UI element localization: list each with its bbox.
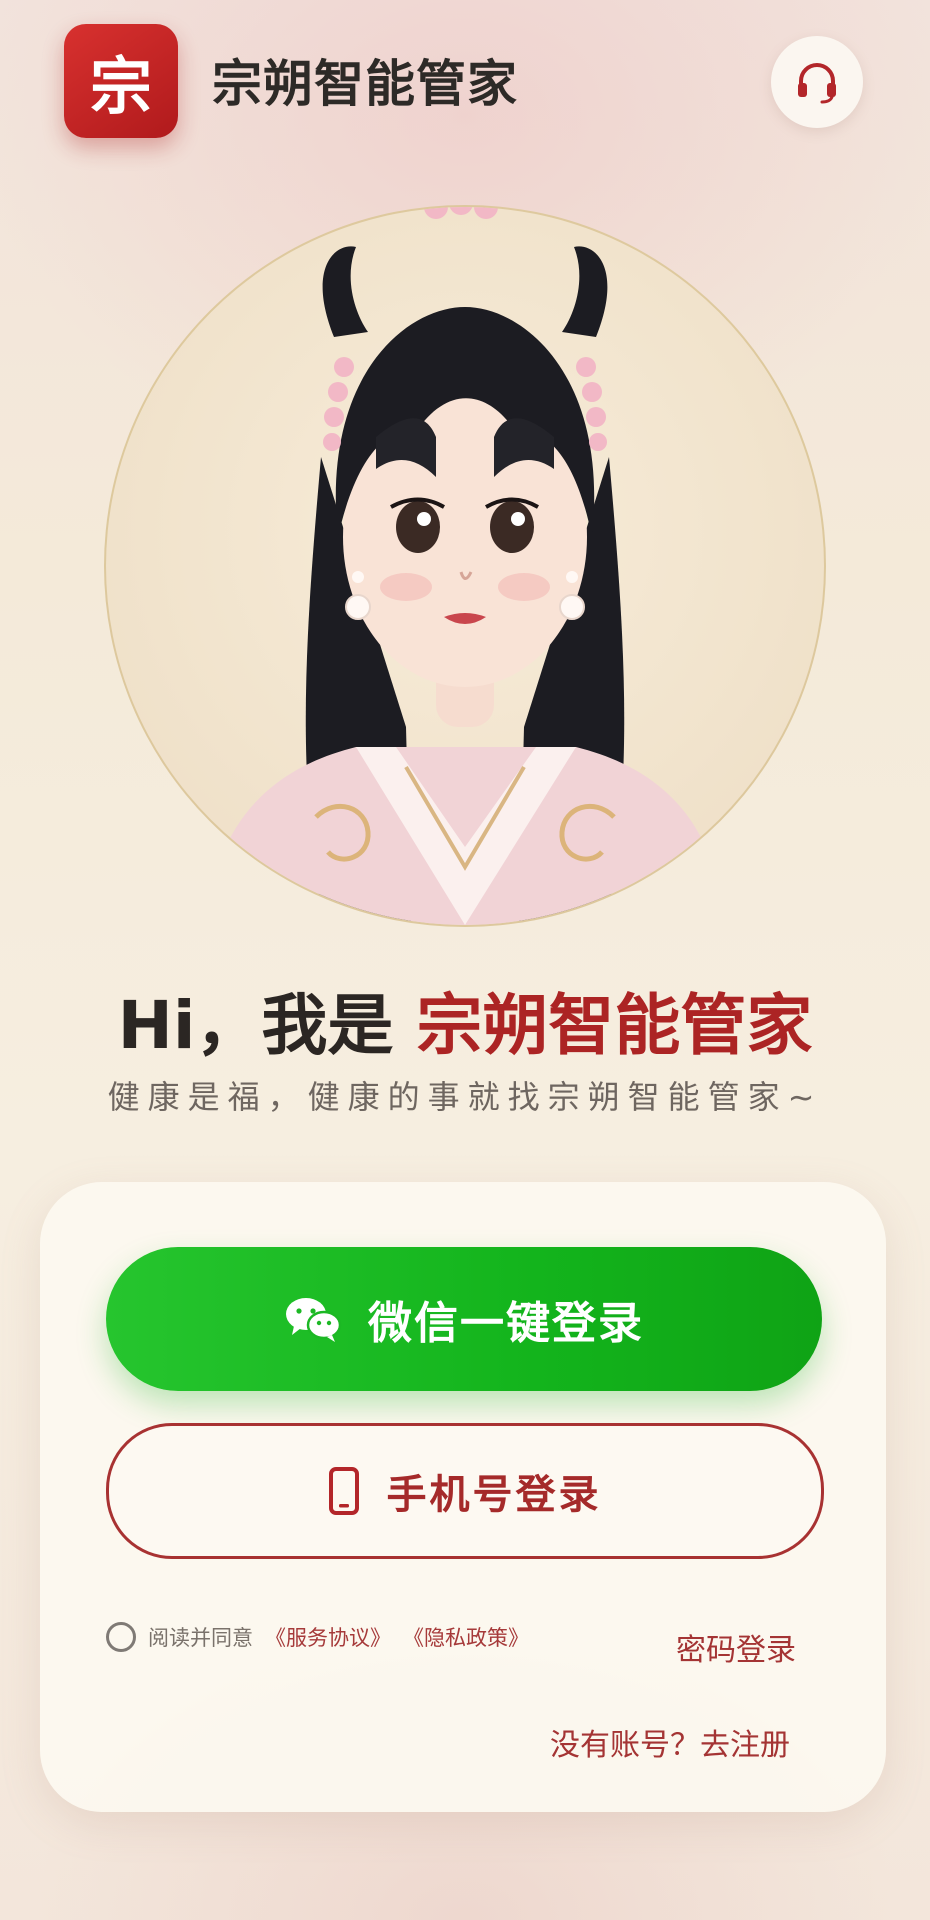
greeting-highlight: 宗朔智能管家	[416, 987, 813, 1064]
privacy-policy-link[interactable]: 《隐私政策》	[403, 1622, 529, 1652]
agreement-row: 阅读并同意 《服务协议》 《隐私政策》	[106, 1622, 529, 1652]
password-login-link[interactable]: 密码登录	[676, 1625, 796, 1669]
service-agreement-link[interactable]: 《服务协议》	[265, 1622, 391, 1652]
avatar-portrait-illustration	[206, 207, 724, 925]
headset-icon	[798, 63, 836, 104]
assistant-avatar	[104, 205, 826, 927]
logo-char: 宗	[89, 50, 152, 123]
register-link[interactable]: 没有账号？去注册	[550, 1720, 790, 1764]
app-logo: 宗	[64, 24, 178, 138]
tagline: 健康是福，健康的事就找宗朔智能管家~	[107, 1078, 823, 1116]
wechat-login-button[interactable]: 微信一键登录	[106, 1247, 822, 1391]
wechat-icon	[286, 1298, 342, 1342]
agreement-checkbox[interactable]	[106, 1622, 136, 1652]
wechat-login-label: 微信一键登录	[368, 1298, 644, 1349]
phone-login-button[interactable]: 手机号登录	[106, 1423, 824, 1559]
mobile-phone-icon	[328, 1467, 359, 1515]
greeting-heading: Hi，我是 宗朔智能管家	[0, 972, 930, 1068]
agreement-prefix: 阅读并同意	[148, 1626, 253, 1650]
support-button[interactable]	[771, 36, 863, 128]
greeting-prefix: Hi，我是	[117, 987, 417, 1064]
app-title: 宗朔智能管家	[212, 55, 518, 113]
phone-login-label: 手机号登录	[386, 1472, 602, 1518]
